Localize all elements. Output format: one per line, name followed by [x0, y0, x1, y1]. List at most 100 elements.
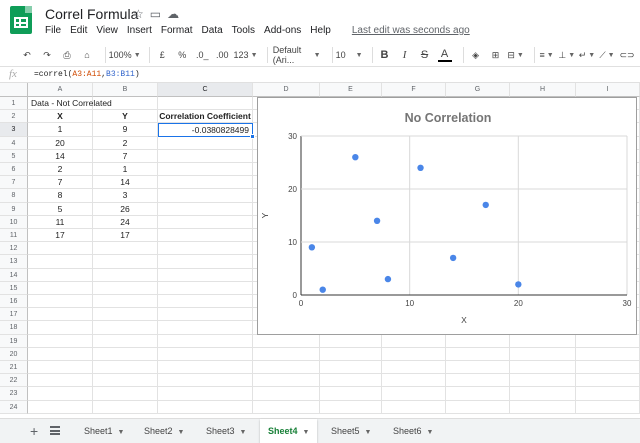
- grid-cell[interactable]: [28, 255, 93, 269]
- grid-cell[interactable]: [158, 321, 253, 335]
- sheet-tab-sheet6[interactable]: Sheet6 ▼: [385, 419, 441, 443]
- grid-cell[interactable]: [382, 334, 446, 348]
- grid-cell[interactable]: [320, 361, 382, 375]
- grid-cell[interactable]: [158, 268, 253, 282]
- grid-cell[interactable]: [93, 400, 158, 414]
- cell-y-value[interactable]: 3: [93, 189, 158, 203]
- font-family-select[interactable]: Default (Ari... ▼: [273, 45, 321, 65]
- row-header-16[interactable]: 16: [0, 295, 28, 309]
- cell-x-value[interactable]: 2: [28, 163, 93, 177]
- grid-cell[interactable]: [158, 400, 253, 414]
- grid-cell[interactable]: [510, 387, 576, 401]
- grid-cell[interactable]: [93, 308, 158, 322]
- all-sheets-menu-icon[interactable]: [50, 426, 60, 435]
- row-header-7[interactable]: 7: [0, 176, 28, 190]
- menu-insert[interactable]: Insert: [127, 25, 152, 36]
- grid-cell[interactable]: [28, 387, 93, 401]
- grid-cell[interactable]: [158, 97, 253, 111]
- grid-cell[interactable]: [158, 242, 253, 256]
- grid-cell[interactable]: [158, 202, 253, 216]
- menu-help[interactable]: Help: [310, 25, 331, 36]
- menu-file[interactable]: File: [45, 25, 61, 36]
- row-header-11[interactable]: 11: [0, 229, 28, 243]
- horizontal-align-icon[interactable]: ≡ ▼: [540, 46, 554, 64]
- row-header-21[interactable]: 21: [0, 361, 28, 375]
- grid-cell[interactable]: [510, 400, 576, 414]
- grid-cell[interactable]: [382, 347, 446, 361]
- row-header-1[interactable]: 1: [0, 97, 28, 111]
- cell-x-value[interactable]: 8: [28, 189, 93, 203]
- star-icon[interactable]: ☆: [133, 7, 144, 21]
- grid-cell[interactable]: [158, 308, 253, 322]
- row-header-10[interactable]: 10: [0, 215, 28, 229]
- row-header-24[interactable]: 24: [0, 400, 28, 414]
- cell-y-value[interactable]: 1: [93, 163, 158, 177]
- grid-cell[interactable]: [158, 334, 253, 348]
- cell-y-value[interactable]: 7: [93, 149, 158, 163]
- row-header-17[interactable]: 17: [0, 308, 28, 322]
- grid-cell[interactable]: [320, 347, 382, 361]
- grid-cell[interactable]: [158, 163, 253, 177]
- grid-cell[interactable]: [510, 334, 576, 348]
- grid-cell[interactable]: [320, 387, 382, 401]
- text-color-button[interactable]: A: [437, 48, 452, 62]
- currency-format-button[interactable]: £: [155, 46, 169, 64]
- column-header-b[interactable]: B: [93, 83, 158, 97]
- fill-handle[interactable]: [250, 133, 255, 139]
- sheet-tab-sheet3[interactable]: Sheet3 ▼: [198, 419, 254, 443]
- grid-cell[interactable]: [28, 295, 93, 309]
- grid-cell[interactable]: [28, 361, 93, 375]
- row-header-22[interactable]: 22: [0, 374, 28, 388]
- grid-cell[interactable]: [253, 387, 320, 401]
- grid-cell[interactable]: [158, 281, 253, 295]
- undo-icon[interactable]: ↶: [20, 46, 34, 64]
- row-header-20[interactable]: 20: [0, 347, 28, 361]
- row-header-8[interactable]: 8: [0, 189, 28, 203]
- select-all-corner[interactable]: [0, 83, 28, 97]
- column-header-g[interactable]: G: [446, 83, 510, 97]
- grid-cell[interactable]: [28, 268, 93, 282]
- column-header-h[interactable]: H: [510, 83, 576, 97]
- column-header-a[interactable]: A: [28, 83, 93, 97]
- grid-cell[interactable]: [158, 149, 253, 163]
- zoom-select[interactable]: 100% ▼: [109, 46, 141, 64]
- row-header-3[interactable]: 3: [0, 123, 28, 137]
- paint-format-icon[interactable]: ⌂: [80, 46, 94, 64]
- grid-cell[interactable]: [382, 361, 446, 375]
- italic-button[interactable]: I: [398, 46, 412, 64]
- column-header-f[interactable]: F: [382, 83, 446, 97]
- grid-cell[interactable]: [158, 176, 253, 190]
- number-format-select[interactable]: 123 ▼: [234, 46, 258, 64]
- cell-a2-header-x[interactable]: X: [28, 110, 93, 124]
- cell-y-value[interactable]: 14: [93, 176, 158, 190]
- font-size-select[interactable]: 10 ▼: [336, 46, 363, 64]
- sheet-tab-sheet2[interactable]: Sheet2 ▼: [136, 419, 192, 443]
- grid-cell[interactable]: [93, 347, 158, 361]
- row-header-23[interactable]: 23: [0, 387, 28, 401]
- grid-cell[interactable]: [510, 374, 576, 388]
- percent-format-button[interactable]: %: [175, 46, 189, 64]
- column-header-d[interactable]: D: [253, 83, 320, 97]
- cell-y-value[interactable]: 26: [93, 202, 158, 216]
- scatter-chart[interactable]: No Correlation 0 10 20 30 0 10 20 30 X Y: [257, 97, 637, 335]
- column-header-e[interactable]: E: [320, 83, 382, 97]
- cell-x-value[interactable]: 7: [28, 176, 93, 190]
- grid-cell[interactable]: [158, 255, 253, 269]
- grid-cell[interactable]: [28, 400, 93, 414]
- row-header-12[interactable]: 12: [0, 242, 28, 256]
- grid-cell[interactable]: [158, 361, 253, 375]
- grid-cell[interactable]: [158, 215, 253, 229]
- sheet-tab-sheet5[interactable]: Sheet5 ▼: [323, 419, 379, 443]
- sheet-tab-sheet4[interactable]: Sheet4 ▼: [260, 419, 318, 443]
- grid-cell[interactable]: [320, 374, 382, 388]
- grid-cell[interactable]: [446, 387, 510, 401]
- grid-cell[interactable]: [253, 361, 320, 375]
- grid-cell[interactable]: [382, 374, 446, 388]
- cell-x-value[interactable]: 17: [28, 229, 93, 243]
- grid-cell[interactable]: [253, 347, 320, 361]
- grid-cell[interactable]: [158, 189, 253, 203]
- row-header-15[interactable]: 15: [0, 281, 28, 295]
- grid-cell[interactable]: [93, 321, 158, 335]
- cell-b2-header-y[interactable]: Y: [93, 110, 158, 124]
- text-rotation-icon[interactable]: ⟋ ▼: [599, 46, 614, 64]
